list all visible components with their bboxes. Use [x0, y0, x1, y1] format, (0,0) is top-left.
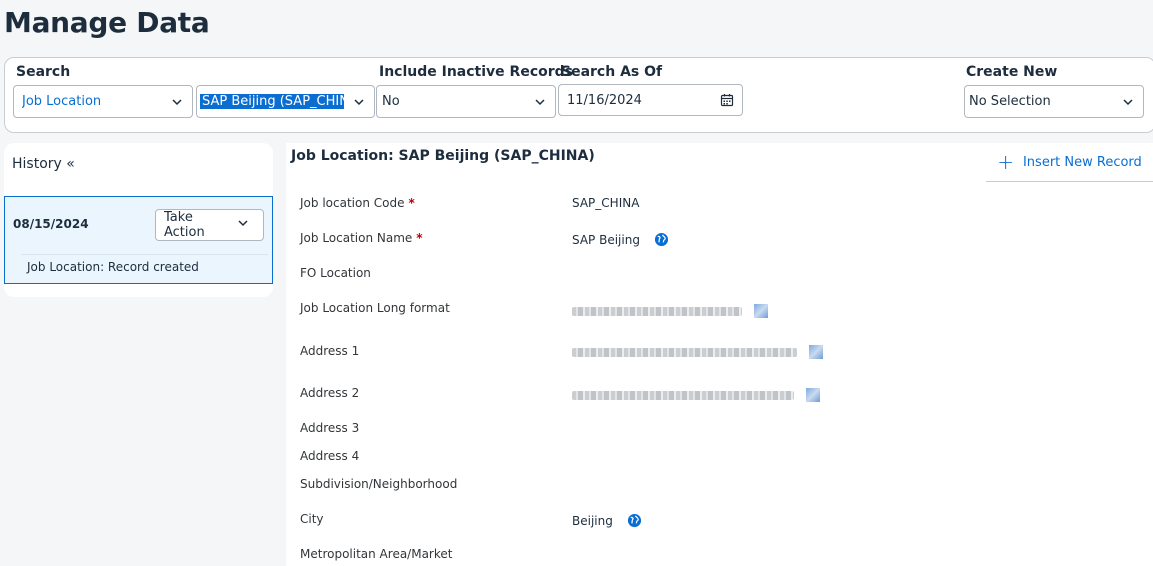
field-label-city: City: [300, 512, 324, 526]
required-marker: *: [416, 231, 423, 245]
take-action-label: Take Action: [164, 210, 205, 240]
history-panel: History « 08/15/2024 Take Action Job Loc…: [4, 143, 273, 297]
object-search-value: SAP Beijing (SAP_CHINA: [200, 94, 344, 109]
field-label-address-4: Address 4: [300, 449, 360, 463]
history-toggle[interactable]: History «: [12, 156, 75, 172]
field-value-job-location-code: SAP_CHINA: [572, 196, 640, 210]
create-new-value: No Selection: [969, 94, 1051, 109]
search-as-of-label: Search As Of: [561, 64, 663, 80]
insert-new-record-button[interactable]: + Insert New Record: [986, 143, 1153, 182]
search-label: Search: [16, 64, 71, 80]
field-label-fo-location: FO Location: [300, 266, 371, 280]
create-new-select[interactable]: No Selection: [964, 85, 1144, 118]
field-value-city: Beijing: [572, 513, 642, 528]
field-label-job-location-name: Job Location Name *: [300, 231, 423, 245]
globe-icon[interactable]: [654, 232, 669, 247]
field-value-address-1-redacted: [572, 345, 823, 359]
field-label-address-3: Address 3: [300, 421, 360, 435]
search-panel: Search Include Inactive Records Search A…: [4, 57, 1153, 133]
include-inactive-select[interactable]: No: [376, 85, 556, 118]
history-entry[interactable]: 08/15/2024 Take Action Job Location: Rec…: [4, 196, 273, 284]
field-label-job-location-code: Job location Code *: [300, 196, 415, 210]
field-label-long-format: Job Location Long format: [300, 301, 450, 315]
field-label-address-2: Address 2: [300, 386, 360, 400]
include-inactive-value: No: [382, 94, 400, 109]
page-title: Manage Data: [4, 6, 210, 39]
chevron-down-icon: [237, 217, 263, 233]
history-entry-date: 08/15/2024: [13, 217, 89, 231]
field-value-address-2-redacted: [572, 388, 820, 402]
field-label-subdivision: Subdivision/Neighborhood: [300, 477, 458, 491]
chevron-down-icon: [344, 96, 374, 108]
chevron-down-icon: [162, 96, 192, 108]
field-value-long-format-redacted: [572, 304, 768, 318]
record-title: Job Location: SAP Beijing (SAP_CHINA): [291, 148, 595, 164]
field-value-job-location-name: SAP Beijing: [572, 232, 669, 247]
globe-icon[interactable]: [627, 513, 642, 528]
chevron-down-icon: [525, 96, 555, 108]
search-as-of-date-field[interactable]: 11/16/2024: [558, 84, 743, 116]
object-type-select[interactable]: Job Location: [13, 85, 193, 118]
plus-icon: +: [997, 150, 1014, 174]
insert-new-record-label: Insert New Record: [1022, 154, 1142, 170]
object-type-value: Job Location: [22, 94, 102, 109]
history-entry-description: Job Location: Record created: [27, 260, 199, 274]
chevron-down-icon: [1113, 96, 1143, 108]
field-label-metropolitan-area: Metropolitan Area/Market: [300, 547, 453, 561]
required-marker: *: [408, 196, 415, 210]
record-detail-panel: Job Location: SAP Beijing (SAP_CHINA) + …: [286, 143, 1153, 566]
calendar-icon[interactable]: [712, 93, 742, 107]
field-label-address-1: Address 1: [300, 344, 360, 358]
include-inactive-label: Include Inactive Records: [379, 64, 573, 80]
take-action-button[interactable]: Take Action: [155, 209, 264, 241]
search-as-of-value: 11/16/2024: [567, 92, 642, 108]
object-search-input[interactable]: SAP Beijing (SAP_CHINA: [196, 85, 375, 118]
divider: [21, 254, 268, 255]
create-new-label: Create New: [966, 64, 1058, 80]
